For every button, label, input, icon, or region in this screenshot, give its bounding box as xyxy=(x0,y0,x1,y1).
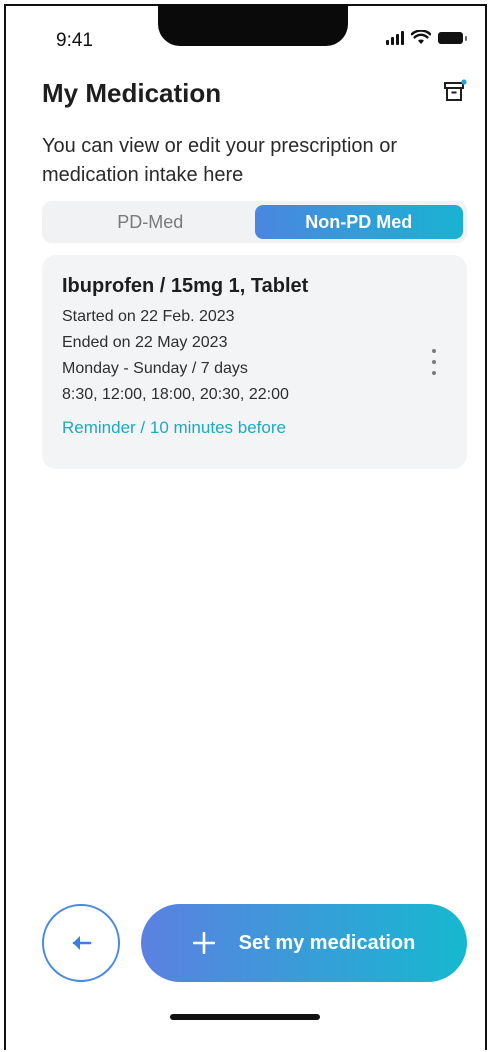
medication-type-tabs: PD-Med Non-PD Med xyxy=(42,201,467,243)
medication-name: Ibuprofen / 15mg 1, Tablet xyxy=(62,275,309,297)
medication-start-date: Started on 22 Feb. 2023 xyxy=(62,308,235,325)
page-subtitle: You can view or edit your prescription o… xyxy=(42,135,397,186)
wifi-icon xyxy=(411,30,431,44)
medication-card[interactable]: Ibuprofen / 15mg 1, Tablet Started on 22… xyxy=(42,255,467,469)
set-medication-button[interactable]: Set my medication xyxy=(141,904,467,982)
medication-times: 8:30, 12:00, 18:00, 20:30, 22:00 xyxy=(62,386,289,403)
signal-icon xyxy=(386,30,404,45)
plus-icon xyxy=(192,932,215,954)
tab-pd-med[interactable]: PD-Med xyxy=(46,205,255,239)
medication-reminder[interactable]: Reminder / 10 minutes before xyxy=(62,418,447,438)
tab-non-pd-med[interactable]: Non-PD Med xyxy=(254,205,463,239)
device-notch xyxy=(158,4,348,46)
more-vertical-icon[interactable] xyxy=(429,349,439,375)
set-medication-label: Set my medication xyxy=(238,931,416,954)
page-title: My Medication xyxy=(42,78,222,108)
arrow-left-icon xyxy=(72,936,92,950)
home-indicator[interactable] xyxy=(170,1014,320,1020)
back-button[interactable] xyxy=(42,904,120,982)
battery-icon xyxy=(438,31,467,44)
status-time: 9:41 xyxy=(56,30,93,51)
medication-end-date: Ended on 22 May 2023 xyxy=(62,334,228,351)
status-icons xyxy=(386,30,467,45)
medication-schedule: Monday - Sunday / 7 days xyxy=(62,360,248,377)
archive-icon[interactable] xyxy=(443,79,467,103)
